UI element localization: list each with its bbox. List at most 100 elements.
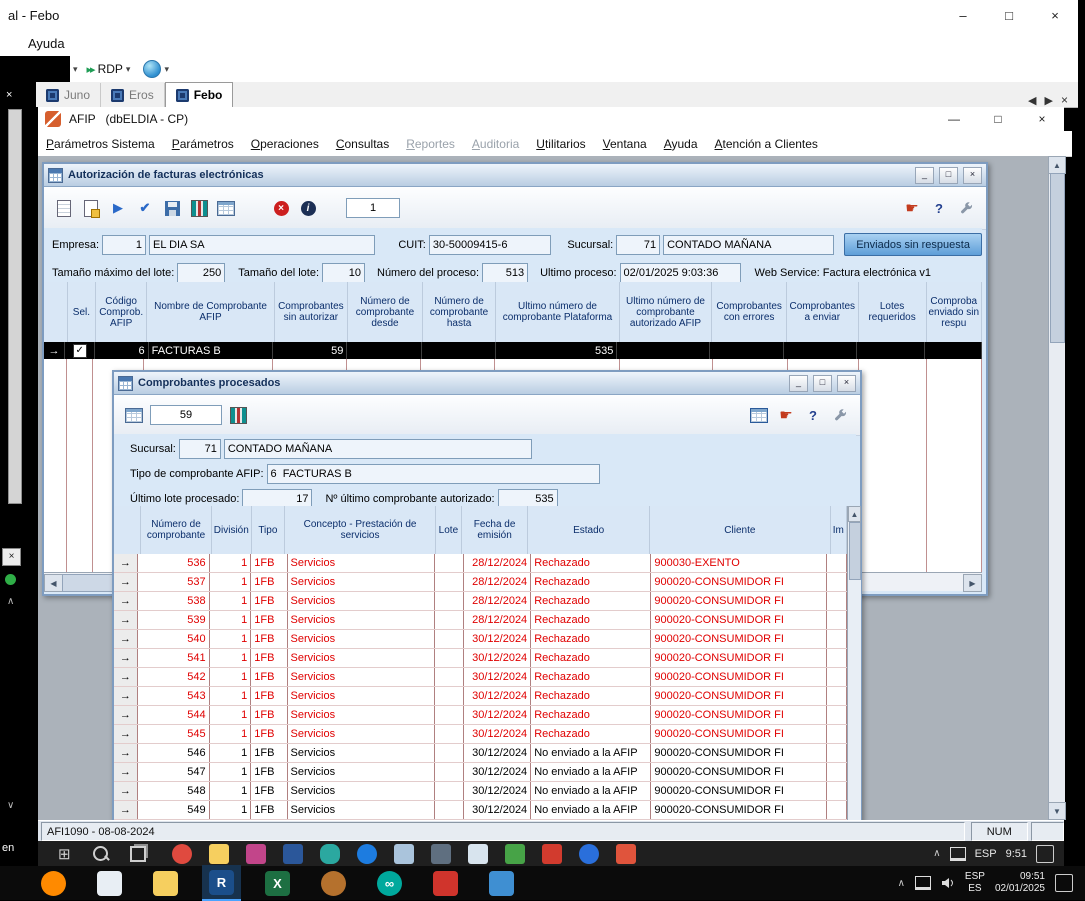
- afip-minimize-button[interactable]: —: [932, 107, 976, 131]
- search-icon[interactable]: [93, 846, 108, 861]
- grid-column-header[interactable]: Tipo: [252, 506, 286, 554]
- scrollbar-thumb[interactable]: [1050, 173, 1065, 343]
- action-center-icon[interactable]: [1036, 845, 1054, 863]
- infinity-app-icon[interactable]: ∞: [377, 871, 402, 896]
- maximize-button[interactable]: □: [986, 0, 1032, 30]
- table-row[interactable]: →54111FBServicios30/12/2024Rechazado9000…: [114, 649, 847, 668]
- remote-tab-juno[interactable]: Juno: [36, 83, 101, 107]
- volume-icon[interactable]: [941, 877, 955, 889]
- help-icon[interactable]: ?: [928, 197, 950, 219]
- firefox-icon[interactable]: [41, 871, 66, 896]
- afip-menu-item[interactable]: Atención a Clientes: [715, 137, 818, 151]
- table-row[interactable]: →54411FBServicios30/12/2024Rechazado9000…: [114, 706, 847, 725]
- tab-scroll-right-icon[interactable]: ▶: [1045, 94, 1053, 107]
- language-indicator[interactable]: ESP: [975, 848, 997, 860]
- grid-column-header[interactable]: Comprobantes sin autorizar: [275, 282, 349, 342]
- table-row[interactable]: →53711FBServicios28/12/2024Rechazado9000…: [114, 573, 847, 592]
- afip-menu-item[interactable]: Ventana: [603, 137, 647, 151]
- left-panel-scrollbar[interactable]: [8, 109, 22, 504]
- afip-menu-item[interactable]: Consultas: [336, 137, 389, 151]
- tam-lote-field[interactable]: 10: [322, 263, 365, 283]
- table-row[interactable]: →54811FBServicios30/12/2024No enviado a …: [114, 782, 847, 801]
- afip-restore-button[interactable]: □: [976, 107, 1020, 131]
- tab-close-icon[interactable]: ×: [1061, 93, 1068, 107]
- grid-column-header[interactable]: Concepto - Prestación de servicios: [285, 506, 436, 554]
- chrome-icon[interactable]: [172, 844, 192, 864]
- grid-column-header[interactable]: Cliente: [650, 506, 830, 554]
- child-close-button[interactable]: ×: [963, 167, 982, 184]
- network-icon[interactable]: [915, 876, 931, 890]
- ledger-icon[interactable]: [188, 197, 210, 219]
- grid-column-header[interactable]: Número de comprobante desde: [348, 282, 423, 342]
- afip-menu-item[interactable]: Parámetros: [172, 137, 234, 151]
- table-row[interactable]: →53811FBServicios28/12/2024Rechazado9000…: [114, 592, 847, 611]
- scroll-down-icon[interactable]: ∨: [7, 800, 14, 811]
- table-row[interactable]: →54911FBServicios30/12/2024No enviado a …: [114, 801, 847, 820]
- afip-menu-item[interactable]: Parámetros Sistema: [46, 137, 155, 151]
- start-button-icon[interactable]: ⊞: [58, 845, 71, 863]
- table-row[interactable]: →53611FBServicios28/12/2024Rechazado9000…: [114, 554, 847, 573]
- export-grid-icon[interactable]: [123, 404, 145, 426]
- sucursal-number-field[interactable]: 71: [616, 235, 660, 255]
- table-row[interactable]: →54011FBServicios30/12/2024Rechazado9000…: [114, 630, 847, 649]
- table-row[interactable]: →54611FBServicios30/12/2024No enviado a …: [114, 744, 847, 763]
- taskbar-slot-chart-tool[interactable]: [90, 866, 129, 900]
- remote-tab-febo[interactable]: Febo: [165, 82, 234, 107]
- grid-column-header[interactable]: Comproba enviado sin respu: [927, 282, 982, 342]
- grid-column-header[interactable]: Comprobantes con errores: [712, 282, 787, 342]
- child-close-button[interactable]: ×: [837, 375, 856, 392]
- clock[interactable]: 9:51: [1006, 848, 1027, 860]
- excel-icon[interactable]: X: [265, 871, 290, 896]
- child-minimize-button[interactable]: _: [789, 375, 808, 392]
- rdp-caret-icon[interactable]: ▾: [126, 64, 131, 75]
- table-row[interactable]: →54311FBServicios30/12/2024Rechazado9000…: [114, 687, 847, 706]
- file-explorer-icon[interactable]: [468, 844, 488, 864]
- taskbar-slot-gimp[interactable]: [314, 866, 353, 900]
- ledger-icon[interactable]: [227, 404, 249, 426]
- tam-max-field[interactable]: 250: [177, 263, 225, 283]
- tab-scroll-left-icon[interactable]: ◀: [1028, 94, 1036, 107]
- erp-app-icon[interactable]: R: [209, 870, 234, 895]
- grid-column-header[interactable]: Estado: [528, 506, 650, 554]
- dropdown-caret-icon[interactable]: ▾: [73, 64, 78, 75]
- pdf-icon[interactable]: [542, 844, 562, 864]
- cuit-field[interactable]: 30-50009415-6: [429, 235, 552, 255]
- taskbar-slot-folder[interactable]: [146, 866, 185, 900]
- grid-column-header[interactable]: Comprobantes a enviar: [787, 282, 859, 342]
- globe-caret-icon[interactable]: ▾: [164, 64, 169, 75]
- empresa-name-field[interactable]: EL DIA SA: [149, 235, 375, 255]
- remote-tab-eros[interactable]: Eros: [101, 83, 165, 107]
- tools-icon[interactable]: [955, 197, 977, 219]
- new-document-icon[interactable]: [53, 197, 75, 219]
- grid-column-header[interactable]: Ultimo número de comprobante Plataforma: [496, 282, 619, 342]
- table-row[interactable]: →54711FBServicios30/12/2024No enviado a …: [114, 763, 847, 782]
- language-indicator[interactable]: ESP ES: [965, 871, 985, 895]
- pointer-icon[interactable]: ☛: [901, 197, 923, 219]
- rdp-dropdown[interactable]: RDP: [98, 62, 123, 76]
- table-row[interactable]: →54511FBServicios30/12/2024Rechazado9000…: [114, 725, 847, 744]
- network-icon[interactable]: [950, 847, 966, 861]
- afip-menu-item[interactable]: Ayuda: [664, 137, 698, 151]
- pen-app-icon[interactable]: [431, 844, 451, 864]
- enviados-sin-respuesta-button[interactable]: Enviados sin respuesta: [844, 233, 982, 256]
- menu-ayuda[interactable]: Ayuda: [28, 36, 65, 51]
- record-counter-field[interactable]: 59: [150, 405, 222, 425]
- help-icon[interactable]: ?: [802, 404, 824, 426]
- mail-icon[interactable]: [616, 844, 636, 864]
- info-icon[interactable]: i: [297, 197, 319, 219]
- tray-expand-icon[interactable]: ∧: [898, 878, 905, 889]
- grid-column-header[interactable]: Sel.: [68, 282, 96, 342]
- chart-tool-icon[interactable]: [97, 871, 122, 896]
- validate-icon[interactable]: ✔: [134, 197, 156, 219]
- afip-menu-item[interactable]: Reportes: [406, 137, 455, 151]
- table-row[interactable]: →54211FBServicios30/12/2024Rechazado9000…: [114, 668, 847, 687]
- grid-column-header[interactable]: Im: [831, 506, 847, 554]
- document-icon[interactable]: [394, 844, 414, 864]
- afip-menu-item[interactable]: Auditoria: [472, 137, 519, 151]
- ultimo-proceso-field[interactable]: 02/01/2025 9:03:36: [620, 263, 741, 283]
- photos-icon[interactable]: [246, 844, 266, 864]
- scrollbar-thumb[interactable]: [849, 522, 861, 580]
- scroll-up-icon[interactable]: ▲: [848, 506, 861, 522]
- grid2-vertical-scrollbar[interactable]: ▲: [847, 506, 861, 820]
- grid-column-header[interactable]: Nombre de Comprobante AFIP: [147, 282, 274, 342]
